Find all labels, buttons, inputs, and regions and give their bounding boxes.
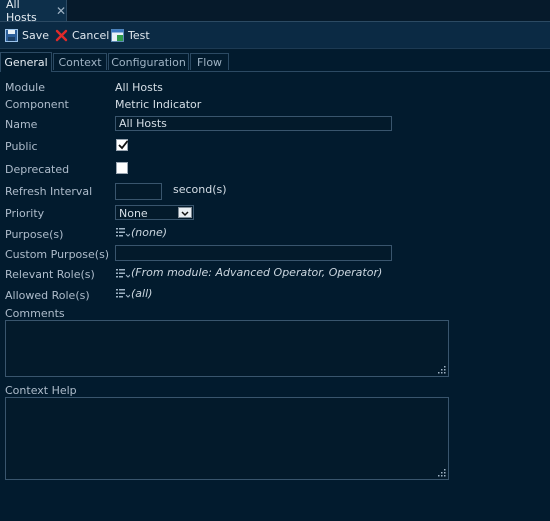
document-tab-title: All Hosts <box>6 0 37 24</box>
list-icon[interactable] <box>116 288 130 298</box>
name-field[interactable] <box>115 116 392 131</box>
relevant-roles-value: (From module: Advanced Operator, Operato… <box>131 266 383 279</box>
test-button[interactable]: Test <box>111 26 150 44</box>
dropdown-button[interactable] <box>178 207 192 218</box>
public-checkbox[interactable] <box>116 139 129 151</box>
save-button[interactable]: Save <box>5 26 49 44</box>
relevant-roles-label: Relevant Role(s) <box>5 268 95 281</box>
component-label: Component <box>5 98 69 111</box>
allowed-roles-value: (all) <box>131 287 153 300</box>
custom-purpose-field[interactable] <box>115 245 392 261</box>
component-value: Metric Indicator <box>115 98 202 111</box>
public-label: Public <box>5 140 38 153</box>
list-icon[interactable] <box>116 227 130 237</box>
cancel-button[interactable]: Cancel <box>55 26 109 44</box>
tab-configuration[interactable]: Configuration <box>108 53 189 70</box>
comments-label: Comments <box>5 307 65 320</box>
list-icon[interactable] <box>116 268 130 278</box>
purposes-value: (none) <box>131 226 168 239</box>
priority-selected-value: None <box>119 207 148 220</box>
cancel-label: Cancel <box>72 28 110 42</box>
allowed-roles-label: Allowed Role(s) <box>5 289 90 302</box>
document-tab-all-hosts[interactable]: All Hosts ✕ <box>0 0 67 24</box>
priority-select[interactable]: None <box>115 205 194 220</box>
refresh-interval-unit: second(s) <box>173 183 227 196</box>
close-icon[interactable]: ✕ <box>56 4 66 18</box>
tab-general[interactable]: General <box>0 52 52 72</box>
context-help-label: Context Help <box>5 384 77 397</box>
comments-textarea[interactable] <box>5 320 449 377</box>
test-label: Test <box>128 28 150 42</box>
deprecated-checkbox[interactable] <box>116 162 128 174</box>
checkmark-icon <box>118 140 129 150</box>
save-label: Save <box>22 28 50 42</box>
document-tab-strip: All Hosts ✕ <box>0 0 550 24</box>
resize-grip-icon[interactable] <box>438 366 446 374</box>
tab-flow[interactable]: Flow <box>190 53 229 70</box>
context-help-textarea[interactable] <box>5 397 449 480</box>
chevron-down-icon <box>181 211 189 217</box>
refresh-interval-field[interactable] <box>115 183 162 200</box>
purposes-label: Purpose(s) <box>5 228 64 241</box>
red-x-icon <box>55 29 68 41</box>
refresh-interval-label: Refresh Interval <box>5 185 93 198</box>
resize-grip-icon[interactable] <box>438 469 446 477</box>
deprecated-label: Deprecated <box>5 163 70 176</box>
custom-purpose-label: Custom Purpose(s) <box>5 248 110 261</box>
floppy-disk-icon <box>5 28 18 42</box>
tab-context[interactable]: Context <box>53 53 107 70</box>
section-tabs: General Context Configuration Flow <box>0 52 550 72</box>
priority-label: Priority <box>5 207 45 220</box>
module-value: All Hosts <box>115 81 163 94</box>
name-label: Name <box>5 118 38 131</box>
toolbar: Save Cancel Test <box>0 22 550 49</box>
module-label: Module <box>5 81 45 94</box>
test-window-icon <box>111 28 124 42</box>
